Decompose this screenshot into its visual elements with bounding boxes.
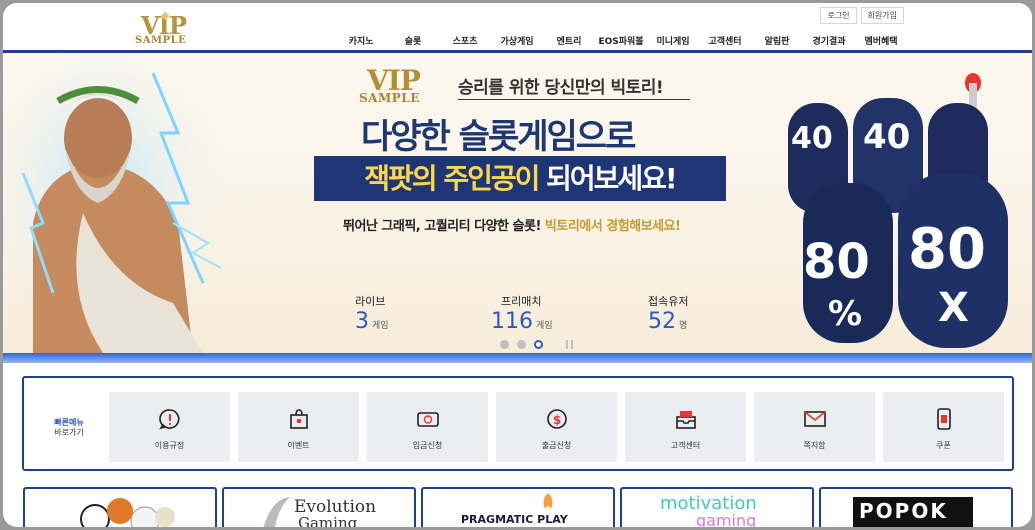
inbox-tray-icon [676,411,696,429]
stat-users: 접속유저 52 명 [648,293,688,334]
popok-title: POPOK [859,499,948,523]
banner-headline-box: 잭팟의 주인공이 되어보세요! [314,156,726,201]
banner-logo: VIP SAMPLE [359,64,441,105]
dollar-circle-icon: $ [547,409,567,429]
stat-live: 라이브 3 게임 [355,293,389,334]
coupon-phone-icon [937,408,951,430]
stat-users-value: 52 [648,309,676,334]
slide-dot-3[interactable] [534,340,543,349]
quick-item-label: 입금신청 [412,441,443,450]
quick-menu-title-sub: 바로가기 [54,427,84,437]
quick-item-coupon[interactable]: 쿠폰 [883,392,1004,462]
reel-text-80-right: 80 [908,217,986,282]
reel-text-40-left: 40 [791,121,833,156]
nav-item-virtual[interactable]: 가상게임 [491,34,543,47]
stat-users-unit: 명 [679,321,688,331]
stat-prematch-unit: 게임 [536,321,553,331]
login-button[interactable]: 로그인 [820,7,857,24]
svg-text:$: $ [553,413,561,427]
quick-menu-items: 이용규정 이벤트 입금신청 $ 출금신청 고객센터 쪽지함 쿠폰 [109,392,1004,462]
nav-item-minigame[interactable]: 미니게임 [647,34,699,47]
hero-banner[interactable]: VIP SAMPLE 승리를 위한 당신만의 빅토리! 다양한 슬롯게임으로 잭… [3,53,1032,356]
banner-bottom-bar [3,353,1032,363]
quick-item-label: 출금신청 [541,441,572,450]
reel-text-80-left: 80 [803,234,870,290]
gift-bag-icon [290,409,308,429]
quick-item-withdraw[interactable]: $ 출금신청 [496,392,617,462]
motivation-subtitle: gaming [696,511,757,527]
slide-dot-1[interactable] [500,340,509,349]
provider-list: Evolution Gaming PRAGMATIC PLAY motivati… [23,487,1013,527]
pause-icon[interactable] [566,340,573,349]
stat-users-label: 접속유저 [648,295,689,308]
site-header: VIP SAMPLE 로그인 회원가입 카지노 슬롯 스포츠 가상게임 엔트리 … [3,3,1032,53]
stat-prematch-value: 116 [491,309,533,334]
nav-item-casino[interactable]: 카지노 [335,34,387,47]
signup-button[interactable]: 회원가입 [860,7,904,24]
stat-live-label: 라이브 [355,295,386,308]
logo-sample-text: SAMPLE [135,35,187,46]
quick-item-messages[interactable]: 쪽지함 [754,392,875,462]
nav-item-support[interactable]: 고객센터 [699,34,751,47]
quick-item-rules[interactable]: 이용규정 [109,392,230,462]
subcopy-main: 뛰어난 그래픽, 고퀄리티 다양한 슬롯! [343,219,545,234]
browser-frame: VIP SAMPLE 로그인 회원가입 카지노 슬롯 스포츠 가상게임 엔트리 … [0,0,1035,530]
banner-logo-sample: SAMPLE [359,91,420,105]
auth-links: 로그인 회원가입 [820,7,904,24]
main-nav: 카지노 슬롯 스포츠 가상게임 엔트리 EOS파워볼 미니게임 고객센터 알림판… [335,34,907,47]
slide-indicators [500,340,543,349]
nav-item-benefits[interactable]: 멤버혜택 [855,34,907,47]
stat-live-value: 3 [355,309,369,334]
money-card-icon [417,412,439,427]
nav-item-results[interactable]: 경기결과 [803,34,855,47]
subcopy-highlight: 빅토리에서 경험해보세요! [544,219,681,234]
pragmatic-flame-icon [543,493,553,509]
nav-item-eos-powerball[interactable]: EOS파워볼 [595,34,647,47]
slide-dot-2[interactable] [517,340,526,349]
site-logo[interactable]: VIP SAMPLE [135,11,201,47]
page-window: VIP SAMPLE 로그인 회원가입 카지노 슬롯 스포츠 가상게임 엔트리 … [3,3,1032,527]
provider-card-sports[interactable] [23,487,217,527]
banner-stats: 라이브 3 게임 프리매치 116 게임 접속유저 52 명 [3,293,1032,334]
mail-icon [804,411,826,427]
reel-text-40-right: 40 [863,117,910,157]
stat-prematch: 프리매치 116 게임 [491,293,553,334]
nav-item-notice[interactable]: 알림판 [751,34,803,47]
nav-item-sports[interactable]: 스포츠 [439,34,491,47]
banner-headline: 다양한 슬롯게임으로 [361,117,636,157]
tagline-underline [458,99,690,100]
stat-prematch-label: 프리매치 [501,295,542,308]
quick-item-label: 고객센터 [670,441,701,450]
stat-live-unit: 게임 [372,321,389,331]
banner-tagline: 승리를 위한 당신만의 빅토리! [458,78,664,98]
provider-card-popok[interactable]: POPOK [819,487,1013,527]
quick-item-event[interactable]: 이벤트 [238,392,359,462]
headline-rest: 되어보세요! [538,162,678,195]
quick-menu-title-main: 빠른메뉴 [54,418,84,427]
banner-subcopy: 뛰어난 그래픽, 고퀄리티 다양한 슬롯! 빅토리에서 경험해보세요! [343,215,681,234]
quick-item-label: 이벤트 [287,441,310,450]
evolution-subtitle: Gaming [298,514,358,527]
quick-menu: 빠른메뉴 바로가기 이용규정 이벤트 입금신청 $ 출금신청 고객센터 쪽지함 … [22,376,1014,471]
sports-balls-image [80,498,175,527]
pragmatic-title: PRAGMATIC PLAY [461,513,568,526]
quick-item-deposit[interactable]: 입금신청 [367,392,488,462]
quick-item-label: 쪽지함 [803,441,826,450]
quick-item-label: 이용규정 [154,441,185,450]
quick-item-support[interactable]: 고객센터 [625,392,746,462]
provider-card-motivation[interactable]: motivation gaming [620,487,814,527]
nav-item-slot[interactable]: 슬롯 [387,34,439,47]
quick-menu-title: 빠른메뉴 바로가기 [34,418,104,437]
evolution-logo-icon [263,497,290,527]
provider-card-evolution[interactable]: Evolution Gaming [222,487,416,527]
quick-item-label: 쿠폰 [936,441,951,450]
nav-item-entry[interactable]: 엔트리 [543,34,595,47]
alert-circle-icon [159,409,180,430]
headline-highlight: 잭팟의 주인공이 [364,162,540,195]
provider-card-pragmatic[interactable]: PRAGMATIC PLAY [421,487,615,527]
